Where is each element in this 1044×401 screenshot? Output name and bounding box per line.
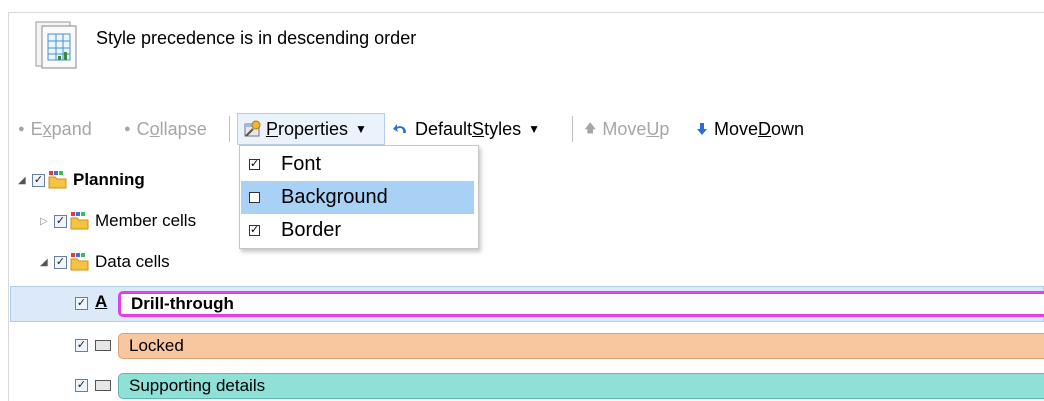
down-arrow-icon <box>697 123 707 135</box>
menu-item-background[interactable]: Background <box>241 181 474 214</box>
properties-button[interactable]: Properties ▼ <box>242 117 367 141</box>
menu-item-border[interactable]: ✓ Border <box>241 214 474 247</box>
menu-item-font[interactable]: ✓ Font <box>241 148 474 181</box>
data-cells-checkbox[interactable]: ✓ <box>54 255 67 269</box>
font-style-icon: A <box>95 292 108 311</box>
expand-button[interactable]: ● Ex pand <box>18 117 92 141</box>
properties-dropdown-menu: ✓ Font Background ✓ Border <box>239 145 479 249</box>
folder-styles-icon <box>48 171 67 189</box>
locked-checkbox[interactable]: ✓ <box>75 339 88 352</box>
default-styles-button[interactable]: Default Styles ▼ <box>392 117 540 141</box>
collapse-icon: ● <box>124 123 131 135</box>
up-arrow-icon: 🡅 <box>584 120 597 135</box>
tree-node-data-cells[interactable]: ◢ ✓ Data cells <box>40 250 170 274</box>
cell-style-icon <box>95 380 111 391</box>
background-checkbox[interactable] <box>249 192 260 203</box>
header-description: Style precedence is in descending order <box>96 28 417 48</box>
undo-arrow-icon <box>393 124 406 133</box>
tree-node-member-cells[interactable]: ▷ ✓ Member cells <box>40 209 196 233</box>
expand-triangle-icon[interactable]: ▷ <box>40 216 54 227</box>
member-cells-checkbox[interactable]: ✓ <box>54 214 67 228</box>
border-checkbox[interactable]: ✓ <box>249 225 260 236</box>
tree-node-planning[interactable]: ◢ ✓ Planning <box>18 168 145 192</box>
drill-through-checkbox[interactable]: ✓ <box>75 297 88 310</box>
move-down-button[interactable]: Move Down <box>697 117 804 141</box>
expand-icon: ● <box>18 123 25 135</box>
style-locked[interactable]: Locked <box>118 333 1044 359</box>
default-styles-dropdown-arrow-icon: ▼ <box>528 122 540 136</box>
font-checkbox[interactable]: ✓ <box>249 159 260 170</box>
properties-dropdown-arrow-icon: ▼ <box>355 122 367 136</box>
style-supporting-details[interactable]: Supporting details <box>118 373 1044 399</box>
folder-styles-icon <box>70 253 89 271</box>
style-drill-through[interactable]: Drill-through <box>118 291 1044 317</box>
collapse-triangle-icon[interactable]: ◢ <box>18 175 32 186</box>
toolbar-separator <box>229 116 230 142</box>
cell-style-icon <box>95 340 111 351</box>
move-up-button[interactable]: 🡅 Move Up <box>584 117 669 141</box>
supporting-details-checkbox[interactable]: ✓ <box>75 379 88 392</box>
collapse-button[interactable]: ● Co llapse <box>124 117 207 141</box>
styles-document-icon <box>35 21 77 69</box>
collapse-triangle-icon[interactable]: ◢ <box>40 257 54 268</box>
planning-checkbox[interactable]: ✓ <box>32 173 45 187</box>
folder-styles-icon <box>70 212 89 230</box>
properties-icon <box>244 120 261 137</box>
toolbar-separator <box>572 116 573 142</box>
